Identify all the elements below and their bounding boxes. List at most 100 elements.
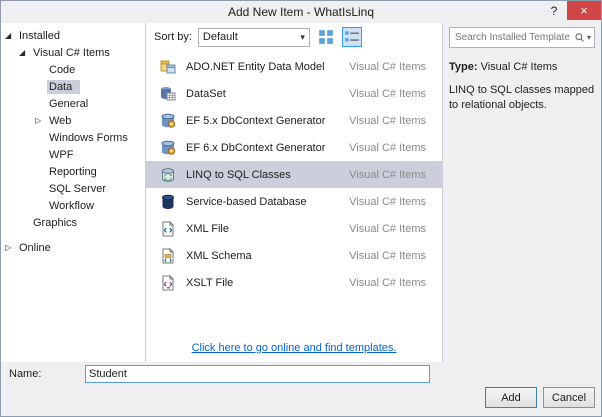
expander-icon[interactable]: ▷	[5, 243, 17, 252]
template-name: XML Schema	[186, 249, 252, 262]
template-name: Service-based Database	[186, 195, 307, 208]
tree-item-reporting[interactable]: Reporting	[1, 163, 145, 180]
tree-item-label: Installed	[19, 29, 60, 42]
tree-item-data[interactable]: Data	[1, 78, 145, 95]
xml-file-icon	[162, 220, 175, 236]
expander-icon[interactable]: ◢	[5, 31, 17, 40]
template-description: LINQ to SQL classes mapped to relational…	[449, 83, 595, 111]
template-type: Visual C# Items	[349, 195, 426, 208]
tree-item-general[interactable]: General	[1, 95, 145, 112]
search-icon[interactable]	[574, 31, 585, 44]
tree-item-label: SQL Server	[49, 182, 107, 195]
info-panel: ▾ Type: Visual C# Items LINQ to SQL clas…	[443, 23, 601, 362]
cancel-button[interactable]: Cancel	[543, 387, 595, 408]
medium-icons-icon	[319, 30, 333, 44]
tree-item-label: Data	[47, 79, 81, 94]
xslt-file-icon	[162, 274, 175, 290]
category-tree: ◢ Installed ◢ Visual C# Items Code Data …	[1, 23, 146, 362]
template-item-ef5-dbcontext-generator[interactable]: EF 5.x DbContext Generator Visual C# Ite…	[146, 107, 442, 134]
template-item-xml-file[interactable]: XML File Visual C# Items	[146, 215, 442, 242]
dataset-icon	[161, 86, 176, 100]
tree-item-label: Visual C# Items	[33, 46, 110, 59]
titlebar[interactable]: Add New Item - WhatIsLinq ? ×	[1, 1, 601, 23]
template-type-line: Type: Visual C# Items	[449, 60, 595, 75]
template-name: ADO.NET Entity Data Model	[186, 60, 325, 73]
template-item-ado-net-entity-data-model[interactable]: ADO.NET Entity Data Model Visual C# Item…	[146, 53, 442, 80]
expander-icon[interactable]: ▷	[35, 116, 47, 125]
template-item-linq-to-sql-classes[interactable]: LINQ to SQL Classes Visual C# Items	[146, 161, 442, 188]
search-box[interactable]: ▾	[449, 27, 595, 48]
type-label: Type:	[449, 61, 478, 73]
tree-item-wpf[interactable]: WPF	[1, 146, 145, 163]
sort-dropdown-value: Default	[202, 31, 238, 43]
entity-data-model-icon	[160, 60, 176, 73]
search-input[interactable]	[453, 31, 572, 44]
tree-item-label: Web	[49, 114, 72, 127]
template-item-xslt-file[interactable]: XSLT File Visual C# Items	[146, 269, 442, 296]
template-name: XSLT File	[186, 276, 234, 289]
tree-item-visual-csharp-items[interactable]: ◢ Visual C# Items	[1, 44, 145, 61]
search-dropdown-arrow-icon[interactable]: ▾	[587, 33, 591, 42]
template-name: XML File	[186, 222, 229, 235]
template-type: Visual C# Items	[349, 249, 426, 262]
medium-icons-view-button[interactable]	[316, 27, 336, 47]
template-type: Visual C# Items	[349, 141, 426, 154]
xml-schema-icon	[162, 247, 175, 263]
help-button[interactable]: ?	[541, 1, 567, 20]
tree-item-windows-forms[interactable]: Windows Forms	[1, 129, 145, 146]
template-item-service-based-database[interactable]: Service-based Database Visual C# Items	[146, 188, 442, 215]
linq-to-sql-icon	[162, 167, 174, 182]
sort-by-label: Sort by:	[154, 31, 192, 43]
tree-item-label: Windows Forms	[49, 131, 128, 144]
tree-item-installed[interactable]: ◢ Installed	[1, 27, 145, 44]
tree-item-workflow[interactable]: Workflow	[1, 197, 145, 214]
chevron-down-icon: ▾	[300, 31, 305, 42]
template-panel: Sort by: Default ▾ ADO.NET Entity Data M…	[146, 23, 443, 362]
template-type: Visual C# Items	[349, 276, 426, 289]
window-title: Add New Item - WhatIsLinq	[227, 5, 375, 19]
template-item-dataset[interactable]: DataSet Visual C# Items	[146, 80, 442, 107]
close-button[interactable]: ×	[567, 1, 601, 20]
online-link-row: Click here to go online and find templat…	[146, 338, 442, 362]
name-label: Name:	[9, 368, 42, 380]
sort-toolbar: Sort by: Default ▾	[146, 23, 442, 51]
template-name: EF 5.x DbContext Generator	[186, 114, 326, 127]
template-item-xml-schema[interactable]: XML Schema Visual C# Items	[146, 242, 442, 269]
tree-item-label: General	[49, 97, 89, 110]
ef5-dbcontext-icon	[161, 113, 176, 128]
sort-dropdown[interactable]: Default ▾	[197, 27, 310, 47]
dialog-buttons: Add Cancel	[1, 386, 601, 416]
tree-item-label: Reporting	[49, 165, 97, 178]
template-type: Visual C# Items	[349, 222, 426, 235]
tree-item-label: Graphics	[33, 216, 78, 229]
type-value: Visual C# Items	[480, 61, 558, 73]
tree-item-web[interactable]: ▷ Web	[1, 112, 145, 129]
template-name: EF 6.x DbContext Generator	[186, 141, 326, 154]
small-icons-view-button[interactable]	[341, 27, 362, 47]
expander-icon[interactable]: ◢	[19, 48, 31, 57]
template-type: Visual C# Items	[349, 168, 426, 181]
tree-item-sql-server[interactable]: SQL Server	[1, 180, 145, 197]
template-list: ADO.NET Entity Data Model Visual C# Item…	[146, 51, 442, 338]
template-type: Visual C# Items	[349, 114, 426, 127]
service-database-icon	[162, 194, 174, 209]
online-templates-link[interactable]: Click here to go online and find templat…	[192, 342, 397, 354]
template-item-ef6-dbcontext-generator[interactable]: EF 6.x DbContext Generator Visual C# Ite…	[146, 134, 442, 161]
template-name: DataSet	[186, 87, 226, 100]
add-new-item-dialog: Add New Item - WhatIsLinq ? × ◢ Installe…	[0, 0, 602, 417]
tree-item-online[interactable]: ▷ Online	[1, 239, 145, 256]
template-name: LINQ to SQL Classes	[186, 168, 291, 181]
tree-item-label: WPF	[49, 148, 74, 161]
template-type: Visual C# Items	[349, 87, 426, 100]
tree-item-graphics[interactable]: Graphics	[1, 214, 145, 231]
tree-item-label: Online	[19, 241, 51, 254]
titlebar-buttons: ? ×	[541, 1, 601, 23]
template-type: Visual C# Items	[349, 60, 426, 73]
tree-item-code[interactable]: Code	[1, 61, 145, 78]
tree-item-label: Workflow	[49, 199, 95, 212]
name-input[interactable]	[85, 365, 430, 383]
tree-item-label: Code	[49, 63, 76, 76]
dialog-body: ◢ Installed ◢ Visual C# Items Code Data …	[1, 23, 601, 362]
name-row: Name:	[1, 362, 601, 386]
add-button[interactable]: Add	[485, 387, 537, 408]
